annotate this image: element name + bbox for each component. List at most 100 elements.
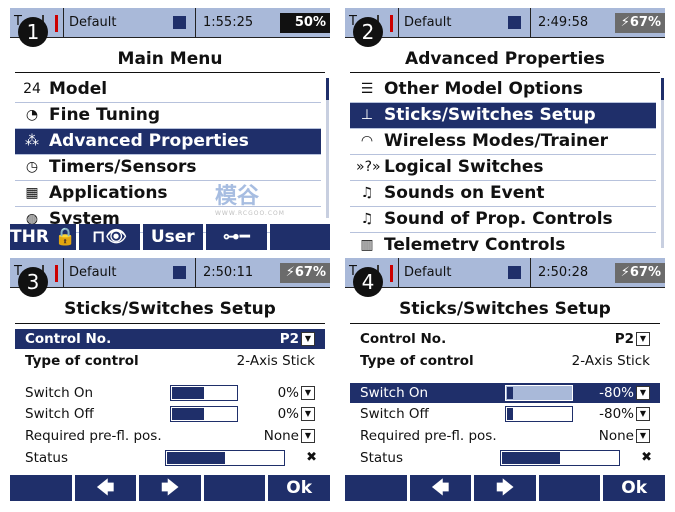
- menu-item[interactable]: ⁂ Advanced Properties: [15, 129, 321, 155]
- arrow-left-button[interactable]: 🡄: [74, 475, 137, 501]
- arrow-right-button[interactable]: 🡆: [474, 475, 536, 501]
- menu-item-label: Model: [49, 79, 108, 99]
- control-value: P2: [279, 331, 299, 347]
- dropdown-arrow-icon[interactable]: ▼: [301, 386, 315, 400]
- menu-item[interactable]: ♫ Sound of Prop. Controls: [350, 207, 656, 233]
- menu-item[interactable]: ◔ Fine Tuning: [15, 103, 321, 129]
- switch-on-value: -80%: [599, 385, 634, 401]
- model-name[interactable]: Default: [69, 265, 117, 280]
- model-name[interactable]: Default: [69, 15, 117, 30]
- menu-item-label: Other Model Options: [384, 79, 584, 99]
- scrollbar-thumb[interactable]: [326, 78, 329, 100]
- scrollbar[interactable]: [661, 78, 664, 248]
- control-row[interactable]: Control No. P2 ▼: [350, 329, 660, 349]
- arrow-right-button[interactable]: 🡆: [139, 475, 201, 501]
- menu-item[interactable]: »?» Logical Switches: [350, 155, 656, 181]
- scrollbar[interactable]: [326, 78, 329, 218]
- timer-display: 2:49:58: [538, 15, 589, 30]
- battery-percent: 50%: [294, 15, 326, 30]
- dropdown-arrow-icon[interactable]: ▼: [301, 407, 315, 421]
- switch-off-value: 0%: [277, 406, 299, 422]
- menu-item[interactable]: ⊥ Sticks/Switches Setup: [350, 103, 656, 129]
- switch-off-bar: [505, 406, 573, 422]
- bar-fill: [507, 387, 514, 399]
- status-bar: T Default 1:55:25 50%: [10, 8, 330, 38]
- dropdown-arrow-icon[interactable]: ▼: [636, 429, 650, 443]
- bar-fill: [172, 408, 204, 420]
- bar-fill: [167, 452, 225, 464]
- switch-on-row[interactable]: Switch On -80% ▼: [350, 383, 660, 403]
- status-bar: T Default 2:50:11 ⚡67%: [10, 258, 330, 288]
- dropdown-arrow-icon[interactable]: ▼: [301, 332, 315, 346]
- logic-icon: »?»: [356, 159, 381, 175]
- control-row[interactable]: Control No. P2 ▼: [15, 329, 325, 349]
- prefl-row[interactable]: Required pre-fl. pos. None ▼: [350, 426, 660, 446]
- step-badge: 3: [18, 267, 48, 297]
- empty-softkey[interactable]: [269, 224, 330, 250]
- separator: [530, 258, 531, 288]
- menu-item[interactable]: ☰ Other Model Options: [350, 77, 656, 103]
- lightning-icon: ⚡: [620, 265, 630, 280]
- timer-display: 2:50:28: [538, 265, 589, 280]
- dropdown-arrow-icon[interactable]: ▼: [636, 386, 650, 400]
- timer-display: 2:50:11: [203, 265, 254, 280]
- switch-on-value: 0%: [277, 385, 299, 401]
- tree-icon: ⁂: [25, 133, 39, 149]
- menu-item[interactable]: ◠ Wireless Modes/Trainer: [350, 129, 656, 155]
- empty-softkey[interactable]: [10, 475, 72, 501]
- note-icon: ♫: [360, 211, 374, 227]
- arrow-left-button[interactable]: 🡄: [409, 475, 472, 501]
- battery-indicator: ⚡67%: [280, 263, 330, 283]
- switch-off-row[interactable]: Switch Off 0% ▼: [15, 404, 325, 424]
- type-row: Type of control 2-Axis Stick: [350, 351, 660, 371]
- model-eye-button[interactable]: ⊓👁: [79, 224, 140, 250]
- type-value: 2-Axis Stick: [236, 353, 315, 369]
- step-badge: 1: [18, 17, 48, 47]
- empty-softkey[interactable]: [538, 475, 601, 501]
- battery-percent: 67%: [629, 15, 661, 30]
- menu-item[interactable]: 24 Model: [15, 77, 321, 103]
- ok-button[interactable]: Ok: [268, 475, 330, 501]
- battery-percent: 67%: [629, 265, 661, 280]
- dropdown-arrow-icon[interactable]: ▼: [301, 429, 315, 443]
- divider: [15, 72, 325, 73]
- switch-off-row[interactable]: Switch Off -80% ▼: [350, 404, 660, 424]
- stick-icon: ⊥: [360, 107, 374, 123]
- key-button[interactable]: ⊶━: [206, 224, 267, 250]
- status-bar-gauge: [500, 450, 620, 466]
- menu-item-label: Sticks/Switches Setup: [384, 105, 596, 125]
- status-row: Status ✖: [350, 448, 660, 468]
- separator: [398, 258, 399, 288]
- row-label: Required pre-fl. pos.: [360, 428, 497, 444]
- bar-fill: [502, 452, 560, 464]
- screen-4: 4 T Default 2:50:28 ⚡67% Sticks/Switches Setu…: [345, 258, 665, 501]
- prefl-row[interactable]: Required pre-fl. pos. None ▼: [15, 426, 325, 446]
- status-x-icon: ✖: [641, 450, 652, 465]
- menu-item-label: Fine Tuning: [49, 105, 161, 125]
- bar-fill: [172, 387, 204, 399]
- model-name[interactable]: Default: [404, 265, 452, 280]
- gauge-icon: ◔: [25, 107, 39, 123]
- type-row: Type of control 2-Axis Stick: [15, 351, 325, 371]
- divider: [350, 323, 660, 324]
- divider: [15, 323, 325, 324]
- model-name[interactable]: Default: [404, 15, 452, 30]
- prefl-value: None: [598, 428, 634, 444]
- lock-button[interactable]: THR 🔒: [10, 224, 76, 250]
- dropdown-arrow-icon[interactable]: ▼: [636, 407, 650, 421]
- scrollbar-thumb[interactable]: [661, 78, 664, 100]
- row-label: Switch Off: [360, 406, 429, 422]
- empty-softkey[interactable]: [203, 475, 266, 501]
- empty-softkey[interactable]: [345, 475, 407, 501]
- dropdown-arrow-icon[interactable]: ▼: [636, 332, 650, 346]
- battery-indicator: 50%: [280, 13, 330, 33]
- menu-item[interactable]: ♫ Sounds on Event: [350, 181, 656, 207]
- menu-item[interactable]: ▥ Telemetry Controls: [350, 233, 656, 251]
- control-value: P2: [614, 331, 634, 347]
- ok-button[interactable]: Ok: [603, 475, 665, 501]
- user-button[interactable]: User: [142, 224, 203, 250]
- switch-on-row[interactable]: Switch On 0% ▼: [15, 383, 325, 403]
- menu-item-label: Telemetry Controls: [384, 235, 566, 251]
- wireless-icon: ◠: [360, 133, 374, 149]
- menu-item-label: Logical Switches: [384, 157, 544, 177]
